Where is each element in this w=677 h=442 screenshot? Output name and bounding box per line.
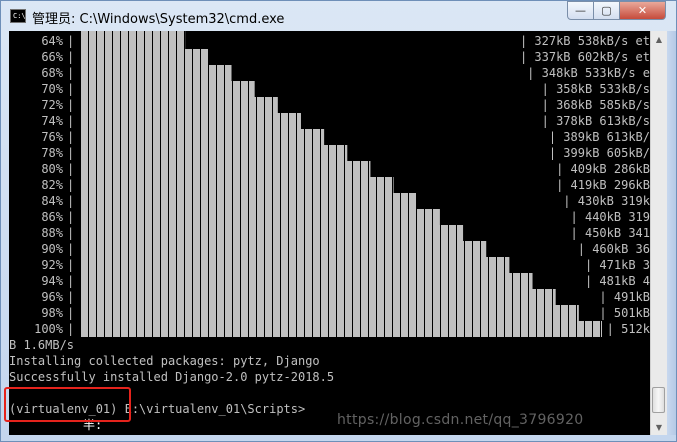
progress-percent: 70% [41,82,63,96]
close-button[interactable]: ✕ [619,1,666,20]
progress-bar-start: | [67,50,75,64]
cmd-window: C:\ 管理员: C:\Windows\System32\cmd.exe — ▢… [0,0,677,442]
progress-bar-start: | [67,322,75,336]
progress-percent: 88% [41,226,63,240]
progress-row: 68% | | 348kB 533kB/s e [9,65,650,81]
progress-percent: 80% [41,162,63,176]
console-output[interactable]: 64% | | 327kB 538kB/s et 66% | | 337kB 602kB/… [9,31,650,435]
progress-bar-start: | [67,226,75,240]
progress-row: 74% | | 378kB 613kB/s [9,113,650,129]
progress-speed: | 378kB 613kB/s [541,114,650,128]
progress-row: 90% | | 460kB 36 [9,241,650,257]
progress-row: 66% | | 337kB 602kB/s et [9,49,650,65]
progress-bar-start: | [67,66,75,80]
progress-percent: 66% [41,50,63,64]
maximize-button[interactable]: ▢ [593,1,620,20]
progress-bar-start: | [67,82,75,96]
progress-percent: 74% [41,114,63,128]
progress-bar-start: | [67,162,75,176]
progress-speed: | 327kB 538kB/s et [519,34,650,48]
progress-row: 78% | | 399kB 605kB/ [9,145,650,161]
progress-bar-start: | [67,146,75,160]
progress-row: 64% | | 327kB 538kB/s et [9,33,650,49]
progress-percent: 84% [41,194,63,208]
progress-row: 94% | | 481kB 4 [9,273,650,289]
progress-percent: 90% [41,242,63,256]
progress-row: 70% | | 358kB 533kB/s [9,81,650,97]
progress-percent: 68% [41,66,63,80]
progress-speed: | 348kB 533kB/s e [527,66,650,80]
progress-bar-start: | [67,34,75,48]
vertical-scrollbar[interactable]: ▲ ▼ [650,31,667,435]
scroll-thumb[interactable] [652,387,665,413]
progress-percent: 100% [34,322,63,336]
progress-percent: 78% [41,146,63,160]
progress-bar-start: | [67,210,75,224]
progress-percent: 98% [41,306,63,320]
progress-bar-start: | [67,258,75,272]
progress-bar-start: | [67,306,75,320]
minimize-button[interactable]: — [567,1,594,20]
progress-speed: | 368kB 585kB/s [541,98,650,112]
progress-row: 80% | | 409kB 286kB [9,161,650,177]
progress-bar-start: | [67,114,75,128]
progress-speed: | 512k [606,322,650,336]
progress-speed: | 409kB 286kB [556,162,650,176]
progress-speed: | 450kB 341 [570,226,650,240]
prompt-path: E:\virtualenv_01\Scripts> [117,402,306,416]
progress-row: 88% | | 450kB 341 [9,225,650,241]
progress-row: 96% | | 491kB [9,289,650,305]
progress-bar-start: | [67,242,75,256]
progress-speed: | 460kB 36 [577,242,650,256]
scroll-up-icon[interactable]: ▲ [651,31,667,47]
progress-percent: 96% [41,290,63,304]
progress-row: 84% | | 430kB 319k [9,193,650,209]
progress-percent: 76% [41,130,63,144]
progress-speed: | 358kB 533kB/s [541,82,650,96]
progress-speed: | 337kB 602kB/s et [519,50,650,64]
progress-percent: 82% [41,178,63,192]
progress-speed: | 481kB 4 [584,274,650,288]
progress-bar-start: | [67,274,75,288]
progress-row: 82% | | 419kB 296kB [9,177,650,193]
progress-speed: | 491kB [599,290,650,304]
cmd-icon[interactable]: C:\ [10,9,26,23]
progress-percent: 92% [41,258,63,272]
progress-row: 76% | | 389kB 613kB/ [9,129,650,145]
progress-row: 86% | | 440kB 319 [9,209,650,225]
highlight-box [4,387,131,422]
speed-line: B 1.6MB/s [9,338,75,352]
progress-speed: | 440kB 319 [570,210,650,224]
scroll-down-icon[interactable]: ▼ [651,419,667,435]
window-border [667,31,676,435]
progress-percent: 94% [41,274,63,288]
progress-row: 98% | | 501kB [9,305,650,321]
progress-bar-start: | [67,130,75,144]
progress-row: 100% | | 512k [9,321,650,337]
progress-bar-start: | [67,178,75,192]
progress-speed: | 389kB 613kB/ [548,130,650,144]
progress-percent: 64% [41,34,63,48]
progress-bar-start: | [67,98,75,112]
progress-row: 92% | | 471kB 3 [9,257,650,273]
progress-bar-start: | [67,194,75,208]
installing-line: Installing collected packages: pytz, Dja… [9,354,320,368]
progress-percent: 86% [41,210,63,224]
progress-speed: | 501kB [599,306,650,320]
title-bar[interactable]: C:\ 管理员: C:\Windows\System32\cmd.exe — ▢… [1,1,676,31]
progress-row: 72% | | 368kB 585kB/s [9,97,650,113]
progress-speed: | 399kB 605kB/ [548,146,650,160]
success-line: Successfully installed Django-2.0 pytz-2… [9,370,335,384]
window-title: 管理员: C:\Windows\System32\cmd.exe [32,12,285,27]
progress-speed: | 430kB 319k [563,194,650,208]
watermark: https://blog.csdn.net/qq_3796920 [337,412,584,428]
progress-speed: | 471kB 3 [584,258,650,272]
progress-percent: 72% [41,98,63,112]
progress-speed: | 419kB 296kB [556,178,650,192]
progress-bar-start: | [67,290,75,304]
